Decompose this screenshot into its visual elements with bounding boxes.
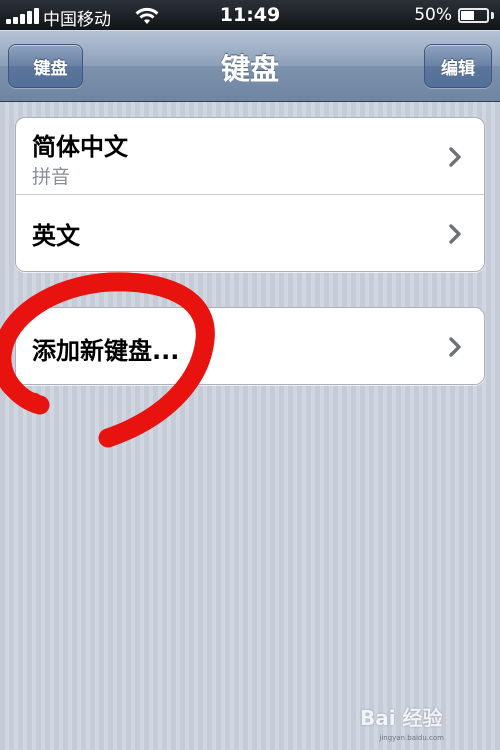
chevron-right-icon	[449, 224, 461, 244]
navigation-bar: 键盘 键盘 编辑	[0, 30, 500, 102]
keyboard-row-simplified-chinese[interactable]: 简体中文 拼音	[16, 118, 484, 195]
keyboard-title: 英文	[32, 222, 80, 250]
red-circle-annotation	[0, 272, 215, 448]
battery-percent: 50%	[414, 5, 452, 25]
chevron-right-icon	[449, 147, 461, 167]
chevron-right-icon	[449, 337, 461, 357]
status-bar: 中国移动 11:49 50%	[0, 0, 500, 30]
watermark-url: jingyan.baidu.com	[379, 734, 444, 742]
battery-icon	[458, 8, 494, 23]
keyboard-list: 简体中文 拼音 英文	[15, 117, 485, 272]
edit-button[interactable]: 编辑	[424, 44, 492, 88]
keyboard-title: 简体中文	[32, 133, 128, 161]
keyboard-subtitle: 拼音	[32, 166, 71, 188]
back-button-label: 键盘	[33, 58, 68, 79]
watermark-text: Bai 经验	[360, 706, 443, 730]
keyboard-row-english[interactable]: 英文	[16, 195, 484, 271]
